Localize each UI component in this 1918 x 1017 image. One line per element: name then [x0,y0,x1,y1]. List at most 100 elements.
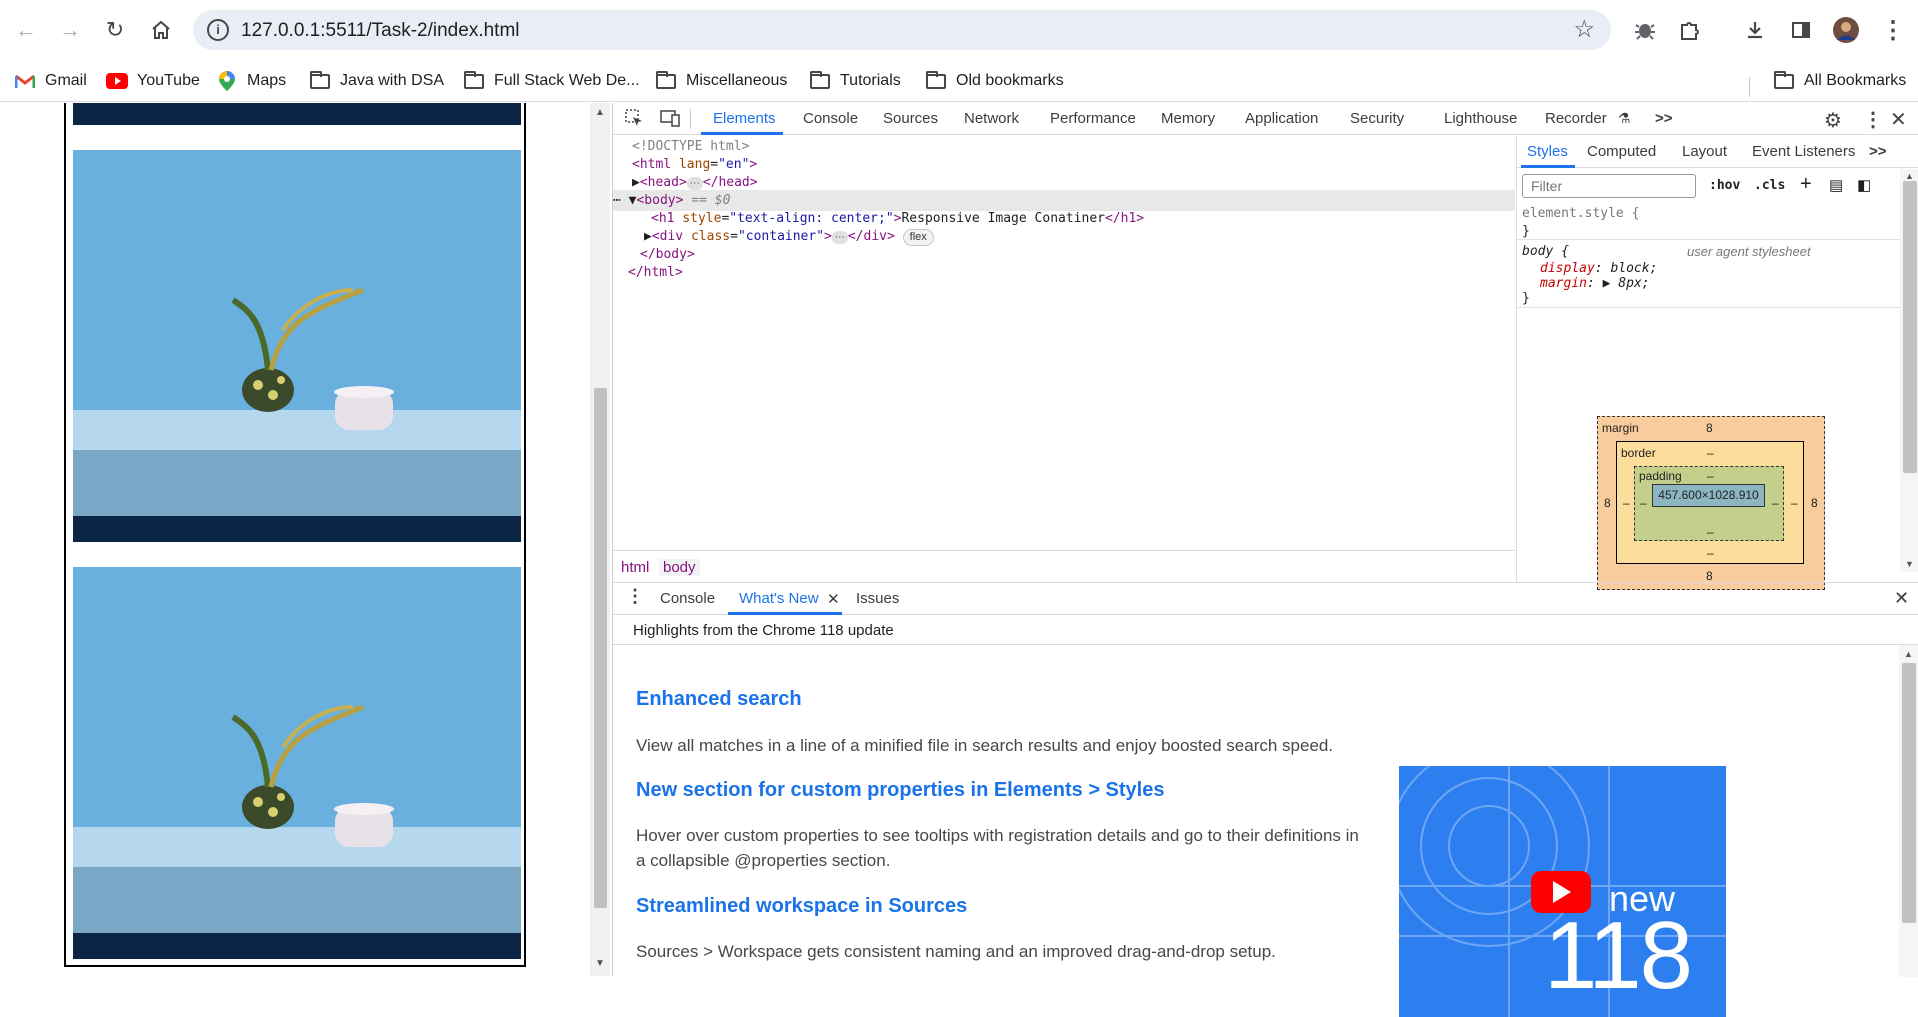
tree-line-html-close[interactable]: </html> [613,262,1515,283]
folder-icon [309,70,331,90]
settings-gear-icon[interactable]: ⚙ [1824,108,1842,133]
margin-declaration: margin: ▶ 8px; [1540,276,1650,291]
drawer-menu-icon[interactable]: ⋮ [626,586,644,607]
body-rule-selector: body { [1522,244,1569,259]
tab-event-listeners[interactable]: Event Listeners [1752,143,1855,160]
close-drawer-icon[interactable]: ✕ [1894,588,1909,609]
page-scrollbar-thumb[interactable] [594,388,607,908]
scroll-up-icon[interactable]: ▲ [1905,171,1914,181]
tab-computed[interactable]: Computed [1587,143,1656,160]
reload-icon[interactable]: ↻ [97,12,133,48]
close-devtools-icon[interactable]: ✕ [1890,107,1907,132]
box-model-border[interactable]: border – – – – padding – – – – 457.600×1… [1616,441,1804,564]
hov-toggle[interactable]: :hov [1709,178,1740,193]
divider [690,109,691,129]
drawer-tab-bar: ⋮ Console What's New ✕ Issues ✕ [613,583,1918,615]
scroll-up-icon[interactable]: ▲ [595,107,605,118]
tab-security[interactable]: Security [1350,110,1404,127]
tab-application[interactable]: Application [1245,110,1318,127]
scroll-up-icon[interactable]: ▲ [1904,649,1913,659]
paint-icon[interactable]: ▤ [1829,176,1843,194]
extensions-puzzle-icon[interactable] [1671,12,1707,48]
download-icon[interactable] [1737,12,1773,48]
drawer-scrollbar-thumb[interactable] [1902,663,1916,923]
more-dots-icon[interactable]: ⋯ [613,193,621,208]
box-model-margin[interactable]: margin 8 8 8 8 border – – – – padding – … [1597,416,1825,590]
styles-filter-input[interactable]: Filter [1522,174,1696,198]
video-version-label: 118 [1544,902,1693,1009]
bookmark-folder-tutorials[interactable]: Tutorials [809,68,901,94]
profile-avatar[interactable] [1828,12,1864,48]
tab-network[interactable]: Network [964,110,1019,127]
breadcrumb-body[interactable]: body [659,559,700,576]
bookmark-youtube[interactable]: YouTube [106,68,200,94]
toggle-sidebar-icon[interactable]: ◧ [1857,176,1871,194]
styles-scrollbar[interactable]: ▲ ▼ [1900,169,1918,572]
back-icon[interactable]: ← [8,12,44,48]
feature-title-custom-properties[interactable]: New section for custom properties in Ele… [636,779,1165,802]
bookmark-maps[interactable]: Maps [216,68,286,94]
expand-triangle-icon[interactable]: ▶ [613,175,640,190]
feature-title-workspace[interactable]: Streamlined workspace in Sources [636,895,967,918]
box-model-content[interactable]: 457.600×1028.910 [1652,484,1765,507]
close-tab-icon[interactable]: ✕ [827,590,840,608]
drawer-tab-issues[interactable]: Issues [856,590,899,607]
device-toggle-icon[interactable] [660,109,680,132]
styles-scrollbar-thumb[interactable] [1903,181,1917,473]
bookmark-star-icon[interactable]: ☆ [1573,15,1595,44]
breadcrumb-html[interactable]: html [621,559,649,576]
side-panel-icon[interactable] [1783,12,1819,48]
all-bookmarks[interactable]: All Bookmarks [1773,68,1906,94]
bookmarks-divider [1749,77,1750,97]
bookmark-folder-misc[interactable]: Miscellaneous [655,68,787,94]
cls-toggle[interactable]: .cls [1754,178,1785,193]
tab-console[interactable]: Console [803,110,858,127]
home-icon[interactable] [143,12,179,48]
bookmark-gmail[interactable]: Gmail [14,68,87,94]
site-info-icon[interactable]: i [207,19,229,41]
drawer-tab-console[interactable]: Console [660,590,715,607]
page-viewport [0,103,588,976]
maps-icon [216,71,238,91]
collapsed-ellipsis[interactable]: ⋯ [831,231,848,244]
collapsed-ellipsis[interactable]: ⋯ [686,177,703,190]
inspect-element-icon[interactable] [625,109,643,132]
tab-elements[interactable]: Elements [713,110,776,127]
box-model-padding[interactable]: padding – – – – 457.600×1028.910 [1634,466,1784,541]
folder-icon [463,70,485,90]
devtools-drawer: ⋮ Console What's New ✕ Issues ✕ Highligh… [613,582,1918,1017]
address-bar[interactable]: i 127.0.0.1:5511/Task-2/index.html ☆ [193,10,1611,50]
feature-title-enhanced-search[interactable]: Enhanced search [636,688,802,711]
plant-image [73,567,521,959]
forward-icon[interactable]: → [52,12,88,48]
flask-icon: ⚗ [1618,110,1631,126]
bookmark-folder-old[interactable]: Old bookmarks [925,68,1064,94]
chrome-menu-icon[interactable]: ⋮ [1875,12,1911,48]
drawer-tab-whats-new[interactable]: What's New [739,590,819,607]
styles-tab-bar: Styles Computed Layout Event Listeners >… [1517,136,1918,168]
more-tabs-icon[interactable]: >> [1655,110,1673,127]
folder-icon [809,70,831,90]
more-tabs-icon[interactable]: >> [1869,143,1887,160]
url-text[interactable]: 127.0.0.1:5511/Task-2/index.html [241,20,520,42]
tab-styles[interactable]: Styles [1527,143,1568,160]
scroll-down-icon[interactable]: ▼ [1905,559,1914,569]
drawer-scrollbar[interactable]: ▲ [1899,645,1918,977]
image-partial [73,103,521,125]
extension-bug-icon[interactable] [1627,12,1663,48]
plant-image [73,150,521,542]
chrome-118-video-thumbnail[interactable]: new 118 [1399,766,1726,1017]
bookmark-folder-fullstack[interactable]: Full Stack Web De... [463,68,640,94]
tab-sources[interactable]: Sources [883,110,938,127]
styles-pane: Styles Computed Layout Event Listeners >… [1516,136,1918,590]
tab-recorder[interactable]: Recorder [1545,110,1607,127]
bookmark-folder-java[interactable]: Java with DSA [309,68,444,94]
scroll-down-icon[interactable]: ▼ [595,958,605,969]
tab-layout[interactable]: Layout [1682,143,1727,160]
add-rule-icon[interactable]: + [1800,173,1812,196]
devtools-menu-icon[interactable]: ⋮ [1863,107,1883,132]
tab-performance[interactable]: Performance [1050,110,1136,127]
tab-lighthouse[interactable]: Lighthouse [1444,110,1517,127]
expand-triangle-icon[interactable]: ▶ [613,229,652,244]
tab-memory[interactable]: Memory [1161,110,1215,127]
